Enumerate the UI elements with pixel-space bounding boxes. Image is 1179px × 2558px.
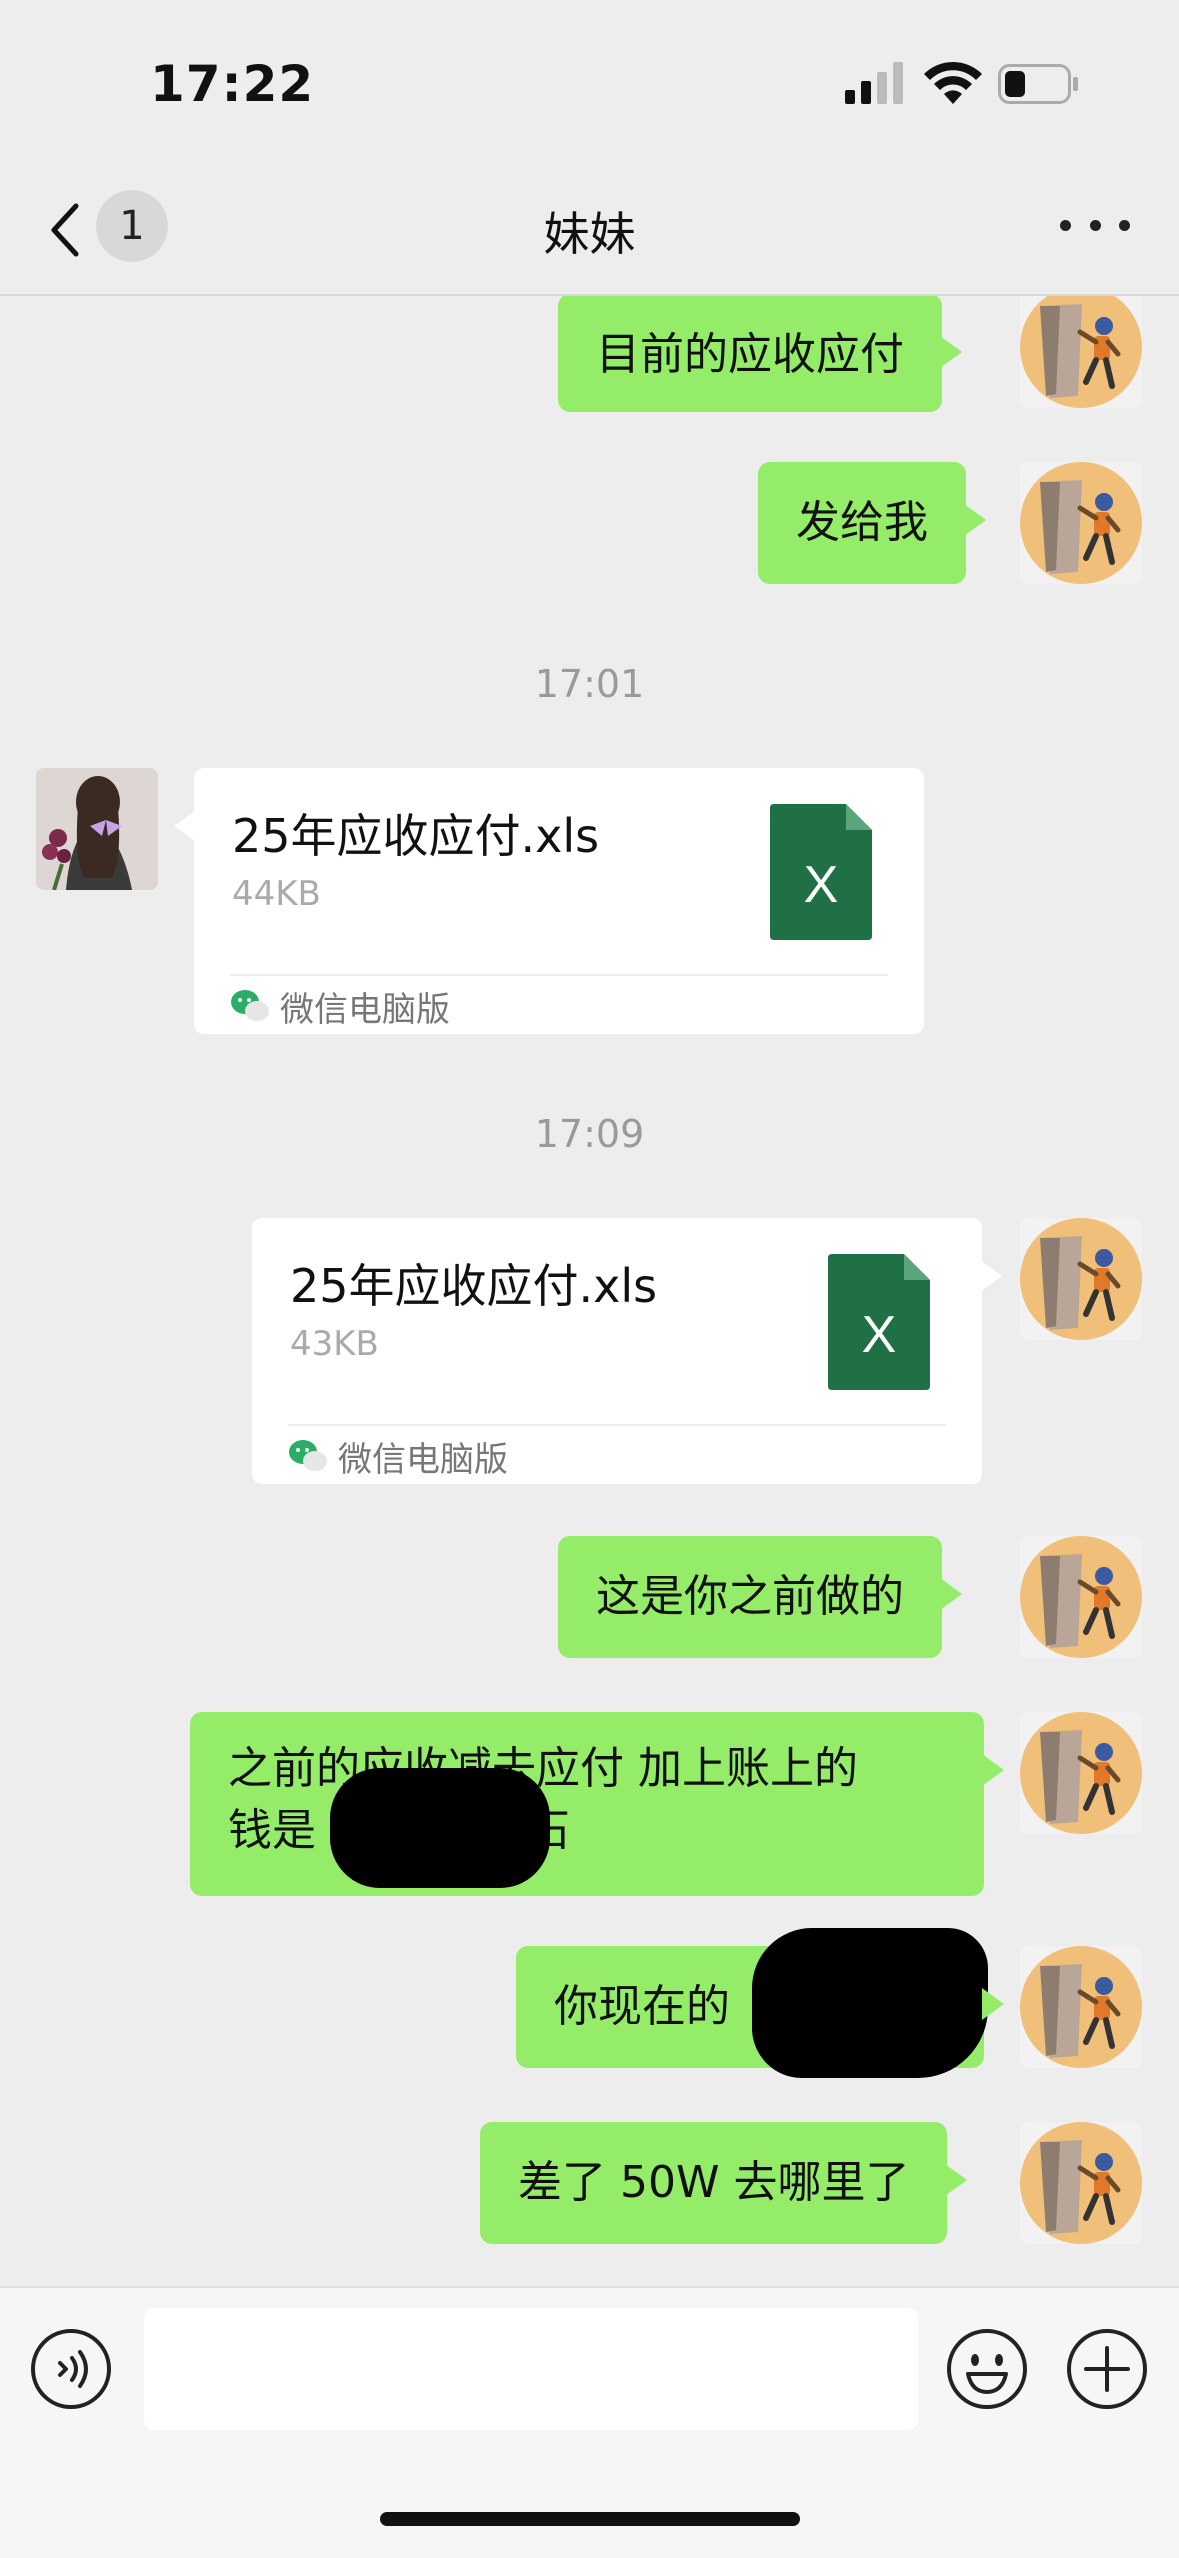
excel-letter: X — [804, 856, 839, 914]
timestamp: 17:09 — [534, 1112, 645, 1156]
my-avatar[interactable] — [1020, 1536, 1142, 1658]
my-avatar[interactable] — [1020, 2122, 1142, 2244]
message-bubble-outgoing[interactable]: 这是你之前做的 — [558, 1536, 962, 1658]
wifi-icon — [924, 61, 982, 104]
message-text-line: 之前的应收减去应付 加上账上的 — [228, 1743, 858, 1794]
dot — [1089, 219, 1101, 231]
my-avatar[interactable] — [1020, 1712, 1142, 1834]
excel-letter: X — [862, 1306, 897, 1364]
message-bubble-outgoing[interactable]: 发给我 — [758, 462, 986, 584]
message-text: 目前的应收应付 — [596, 329, 904, 380]
climber-avatar-icon — [1020, 1536, 1142, 1658]
dot — [1119, 219, 1130, 231]
climber-avatar-icon — [1020, 2122, 1142, 2244]
redaction-mark — [752, 1928, 988, 2078]
home-indicator[interactable] — [380, 2512, 800, 2526]
emoji-icon[interactable] — [946, 2328, 1028, 2410]
divider — [230, 974, 888, 976]
message-bubble-outgoing[interactable]: 你现在的 — [516, 1928, 1004, 2078]
wechat-icon — [231, 990, 269, 1021]
file-source: 微信电脑版 — [230, 984, 450, 1030]
my-avatar[interactable] — [1020, 296, 1142, 408]
file-name: 25年应收应付.xls — [232, 809, 600, 863]
file-size: 44KB — [232, 874, 321, 914]
message-text: 发给我 — [796, 497, 928, 548]
my-avatar[interactable] — [1020, 1218, 1142, 1340]
climber-avatar-icon — [1020, 1712, 1142, 1834]
message-text: 你现在的 — [554, 1981, 730, 2032]
file-source-label: 微信电脑版 — [338, 1439, 508, 1480]
dot — [1060, 219, 1071, 231]
signal-icon — [845, 62, 903, 104]
battery-icon — [998, 64, 1078, 104]
more-options-button[interactable] — [1060, 205, 1130, 245]
wechat-icon — [289, 1440, 327, 1471]
chat-title: 妹妹 — [543, 207, 636, 261]
chat-message-list[interactable]: 目前的应收应付 发给我 17:01 25年应收应付.xls 44KB X 微信电… — [0, 296, 1179, 2286]
voice-icon[interactable] — [30, 2328, 112, 2410]
message-bubble-outgoing[interactable]: 之前的应收减去应付 加上账上的 钱是石 — [190, 1712, 1004, 1896]
climber-avatar-icon — [1020, 1218, 1142, 1340]
my-avatar[interactable] — [1020, 1946, 1142, 2068]
climber-avatar-icon — [1020, 296, 1142, 408]
climber-avatar-icon — [1020, 1946, 1142, 2068]
excel-file-icon: X — [828, 1254, 930, 1390]
redaction-mark — [330, 1768, 550, 1888]
timestamp: 17:01 — [534, 662, 645, 706]
file-message-card[interactable]: 25年应收应付.xls 43KB X 微信电脑版 — [252, 1218, 1002, 1484]
file-name: 25年应收应付.xls — [290, 1259, 658, 1313]
message-bubble-outgoing[interactable]: 目前的应收应付 — [558, 296, 962, 412]
message-text: 差了 50W 去哪里了 — [518, 2157, 910, 2208]
message-text: 钱是 — [228, 1805, 316, 1856]
file-size: 43KB — [290, 1324, 379, 1364]
my-avatar[interactable] — [1020, 462, 1142, 584]
file-source: 微信电脑版 — [288, 1434, 508, 1480]
divider — [288, 1424, 946, 1426]
file-source-label: 微信电脑版 — [280, 989, 450, 1030]
girl-avatar-icon — [36, 768, 158, 890]
status-time: 17:22 — [150, 55, 315, 113]
excel-file-icon: X — [770, 804, 872, 940]
climber-avatar-icon — [1020, 462, 1142, 584]
plus-icon[interactable] — [1066, 2328, 1148, 2410]
file-message-card[interactable]: 25年应收应付.xls 44KB X 微信电脑版 — [174, 768, 924, 1034]
message-input[interactable] — [144, 2308, 918, 2430]
contact-avatar[interactable] — [36, 768, 158, 890]
message-text: 这是你之前做的 — [596, 1571, 904, 1622]
message-bubble-outgoing[interactable]: 差了 50W 去哪里了 — [480, 2122, 968, 2244]
